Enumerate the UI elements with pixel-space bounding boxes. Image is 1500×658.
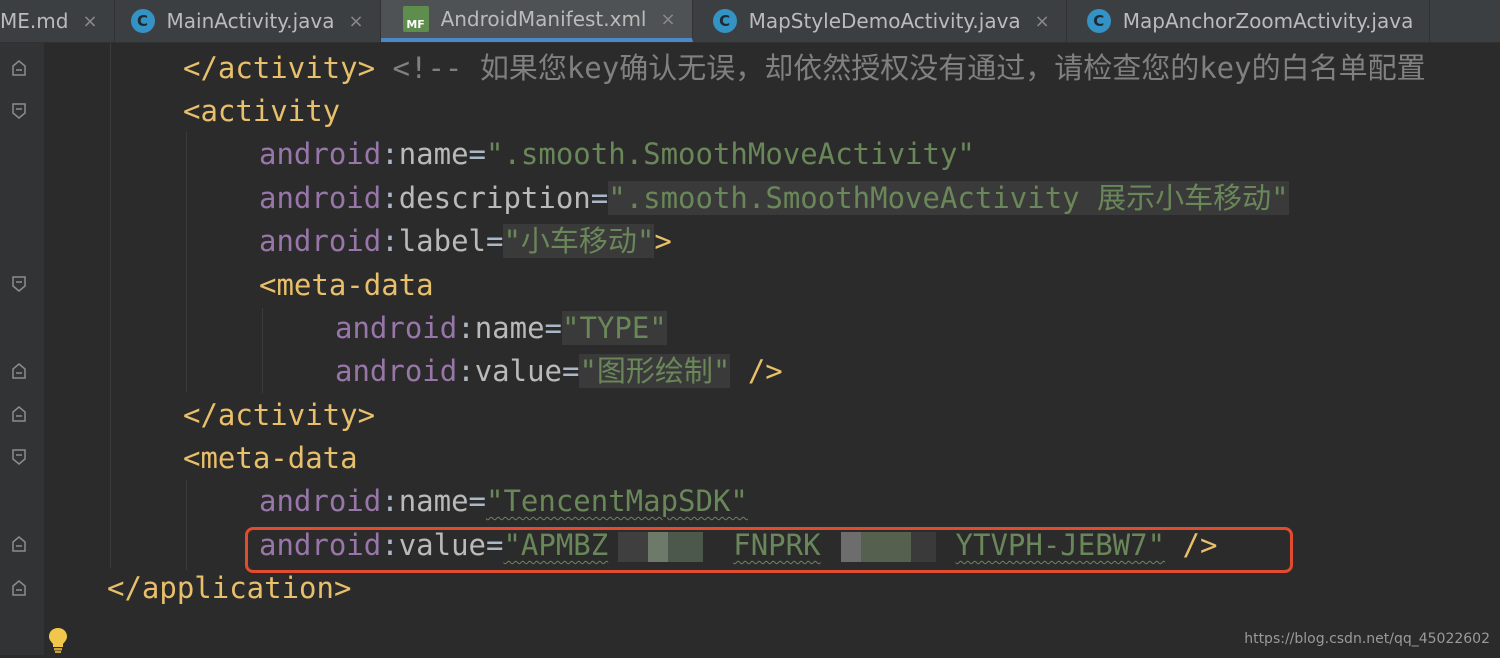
code-line-7: android:name="TYPE" [335, 307, 667, 350]
attr-name: name [399, 484, 469, 518]
code-line-5: android:label="小车移动"> [259, 220, 672, 263]
xml-tag: </activity> [183, 51, 375, 85]
equals: = [469, 484, 486, 518]
fold-start-icon[interactable] [12, 276, 26, 292]
code-line-13: </application> [107, 567, 351, 610]
code-line-3: android:name=".smooth.SmoothMoveActivity… [259, 133, 975, 176]
fold-end-icon[interactable] [12, 406, 26, 422]
attr-namespace: android [259, 181, 381, 215]
xml-tag: </application> [107, 571, 351, 605]
fold-end-icon[interactable] [12, 363, 26, 379]
colon: : [457, 311, 474, 345]
tab-label: MapStyleDemoActivity.java [749, 9, 1021, 33]
fold-end-icon[interactable] [12, 60, 26, 76]
attr-name: value [475, 354, 562, 388]
attr-value: ".smooth.SmoothMoveActivity 展示小车移动" [608, 181, 1288, 215]
tab-label: MainActivity.java [167, 9, 335, 33]
editor-gutter [0, 43, 44, 655]
fold-start-icon[interactable] [12, 449, 26, 465]
attr-namespace: android [259, 484, 381, 518]
manifest-file-icon: MF [403, 6, 429, 32]
fold-end-icon[interactable] [12, 536, 26, 552]
attr-value: "图形绘制" [579, 354, 730, 388]
equals: = [486, 224, 503, 258]
java-class-icon: C [1087, 9, 1111, 33]
attr-value: ".smooth.SmoothMoveActivity" [486, 137, 975, 171]
tab-map-style-demo[interactable]: C MapStyleDemoActivity.java × [693, 0, 1067, 42]
indent-guide [186, 480, 187, 570]
watermark: https://blog.csdn.net/qq_45022602 [1244, 631, 1490, 647]
tab-map-anchor-zoom[interactable]: C MapAnchorZoomActivity.java [1067, 0, 1431, 42]
colon: : [457, 354, 474, 388]
tab-android-manifest[interactable]: MF AndroidManifest.xml × [381, 0, 693, 42]
code-line-2: <activity [183, 90, 340, 133]
code-line-1: </activity> <!-- 如果您key确认无误，却依然授权没有通过，请检… [183, 47, 1426, 90]
indent-guide [110, 43, 111, 568]
attr-namespace: android [259, 224, 381, 258]
code-line-9: </activity> [183, 394, 375, 437]
code-line-6: <meta-data [259, 264, 434, 307]
close-icon[interactable]: × [348, 11, 363, 32]
tag-close: > [654, 224, 671, 258]
attr-namespace: android [335, 311, 457, 345]
equals: = [591, 181, 608, 215]
tab-label: ME.md [0, 9, 68, 33]
close-icon[interactable]: × [82, 11, 97, 32]
equals: = [469, 137, 486, 171]
editor-tab-bar: ME.md × C MainActivity.java × MF Android… [0, 0, 1500, 43]
java-class-icon: C [713, 9, 737, 33]
code-line-10: <meta-data [183, 437, 358, 480]
equals: = [545, 311, 562, 345]
colon: : [381, 224, 398, 258]
tab-label: MapAnchorZoomActivity.java [1123, 9, 1414, 33]
colon: : [381, 137, 398, 171]
close-icon[interactable]: × [661, 9, 676, 30]
colon: : [381, 484, 398, 518]
indent-guide [186, 132, 187, 392]
xml-tag: <meta-data [259, 268, 434, 302]
colon: : [381, 181, 398, 215]
attr-name: name [475, 311, 545, 345]
attr-name: description [399, 181, 591, 215]
tag-close: /> [730, 354, 782, 388]
code-line-11: android:name="TencentMapSDK" [259, 480, 748, 523]
attr-value: "TYPE" [562, 311, 667, 345]
code-line-8: android:value="图形绘制" /> [335, 350, 783, 393]
attr-value: "TencentMapSDK" [486, 484, 748, 518]
close-icon[interactable]: × [1035, 11, 1050, 32]
java-class-icon: C [131, 9, 155, 33]
fold-end-icon[interactable] [12, 580, 26, 596]
xml-tag: <meta-data [183, 441, 358, 475]
xml-tag: </activity> [183, 398, 375, 432]
xml-comment: <!-- 如果您key确认无误，却依然授权没有通过，请检查您的key的白名单配置 [393, 51, 1426, 85]
indent-guide [262, 308, 263, 393]
attr-namespace: android [259, 137, 381, 171]
equals: = [562, 354, 579, 388]
tab-main-activity[interactable]: C MainActivity.java × [115, 0, 381, 42]
attr-value: "小车移动" [503, 224, 654, 258]
code-line-4: android:description=".smooth.SmoothMoveA… [259, 177, 1289, 220]
attr-name: name [399, 137, 469, 171]
highlight-box [245, 527, 1293, 573]
xml-tag: <activity [183, 94, 340, 128]
tab-label: AndroidManifest.xml [441, 7, 647, 31]
tab-readme[interactable]: ME.md × [0, 0, 115, 42]
fold-start-icon[interactable] [12, 103, 26, 119]
attr-name: label [399, 224, 486, 258]
attr-namespace: android [335, 354, 457, 388]
lightbulb-icon[interactable] [46, 626, 70, 658]
